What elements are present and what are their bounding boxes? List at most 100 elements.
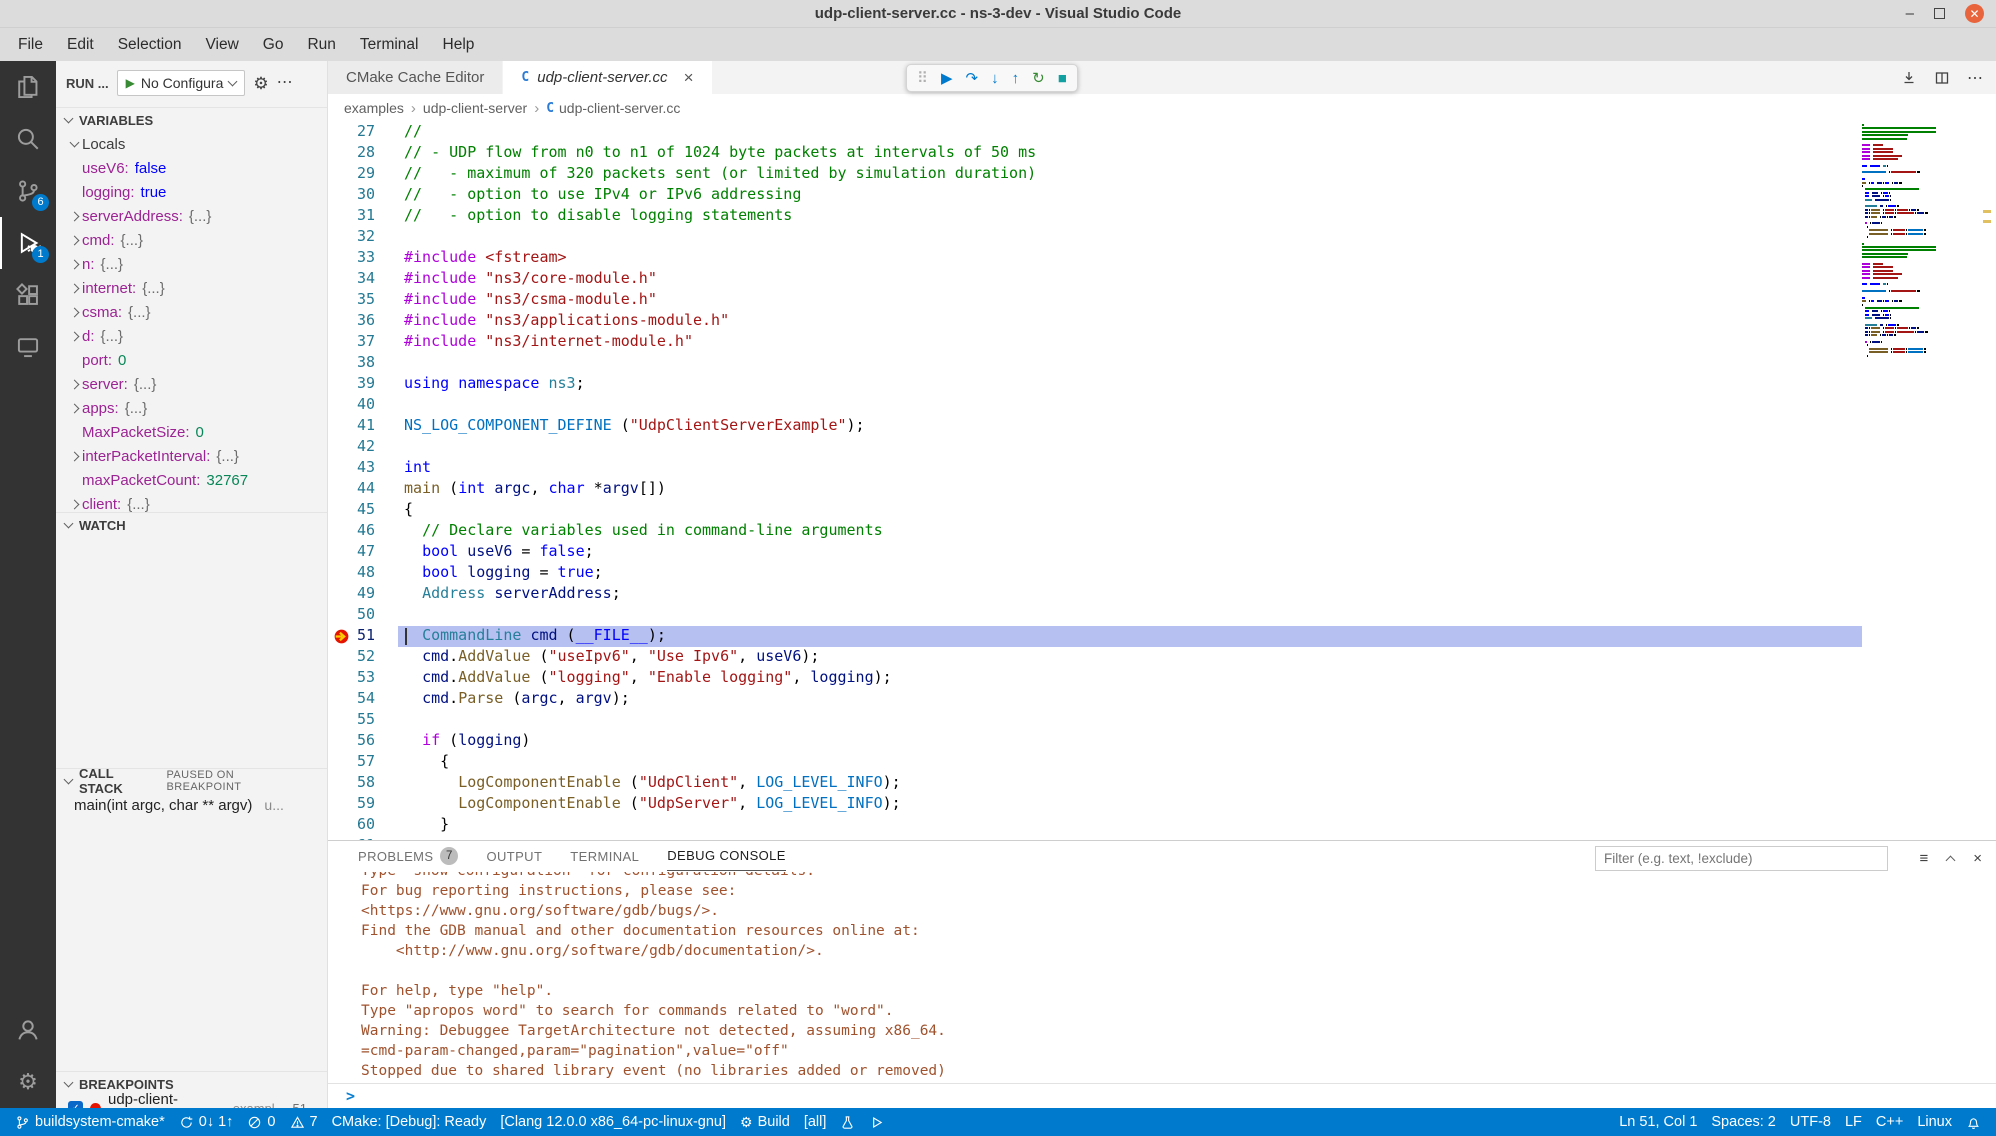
restart-icon[interactable]: ↻ <box>1032 71 1045 86</box>
status-eol[interactable]: LF <box>1838 1108 1869 1136</box>
status-indentation[interactable]: Spaces: 2 <box>1704 1108 1783 1136</box>
variable-row[interactable]: interPacketInterval:{...} <box>56 444 327 468</box>
status-remote-os[interactable]: Linux <box>1910 1108 1959 1136</box>
status-test[interactable] <box>833 1108 862 1136</box>
menu-file[interactable]: File <box>6 31 55 59</box>
variables-section: VARIABLES Locals useV6:falselogging:true… <box>56 107 327 516</box>
more-actions-icon[interactable]: ⋯ <box>277 75 294 91</box>
close-panel-icon[interactable]: × <box>1973 850 1982 867</box>
line-number: 48 <box>328 563 404 584</box>
close-window-icon[interactable]: ✕ <box>1965 4 1984 23</box>
debug-console-output[interactable]: Type "show configuration" for configurat… <box>361 872 1972 1082</box>
status-encoding[interactable]: UTF-8 <box>1783 1108 1838 1136</box>
status-warnings[interactable]: 7 <box>283 1108 325 1136</box>
variables-header[interactable]: VARIABLES <box>56 108 327 132</box>
variable-row[interactable]: port:0 <box>56 348 327 372</box>
variable-row[interactable]: useV6:false <box>56 156 327 180</box>
remote-explorer-icon[interactable] <box>0 321 56 373</box>
panel-tab-terminal[interactable]: TERMINAL <box>570 841 639 871</box>
step-out-icon[interactable]: ↑ <box>1012 71 1020 86</box>
variable-row[interactable]: server:{...} <box>56 372 327 396</box>
minimap-line <box>1862 155 1974 157</box>
settings-icon[interactable]: ⚙ <box>0 1056 56 1108</box>
breadcrumb-item[interactable]: examples <box>344 100 404 116</box>
breadcrumb-item[interactable]: udp-client-server <box>423 100 527 116</box>
line-number: 41 <box>328 416 404 437</box>
minimap-line <box>1862 304 1974 306</box>
explorer-icon[interactable] <box>0 61 56 113</box>
restore-icon[interactable] <box>1934 8 1945 19</box>
debug-config-dropdown[interactable]: ▶ No Configura <box>117 70 246 96</box>
debug-console-input-row[interactable]: > <box>328 1083 1996 1108</box>
panel-tab-debug-console[interactable]: DEBUG CONSOLE <box>667 841 786 871</box>
menu-terminal[interactable]: Terminal <box>348 31 431 59</box>
twisty <box>66 285 82 292</box>
minimap-line <box>1862 348 1974 350</box>
extensions-icon[interactable] <box>0 269 56 321</box>
status-cmake-target[interactable]: [all] <box>797 1108 834 1136</box>
title-bar: udp-client-server.cc - ns-3-dev - Visual… <box>0 0 1996 28</box>
minimap-line <box>1862 331 1974 333</box>
source-control-icon[interactable]: 6 <box>0 165 56 217</box>
scope-locals[interactable]: Locals <box>56 132 327 156</box>
variable-row[interactable]: serverAddress:{...} <box>56 204 327 228</box>
stack-frame[interactable]: main(int argc, char ** argv) u... <box>56 793 327 817</box>
code-editor[interactable]: 2728293031323334353637383940414243444546… <box>328 122 1996 840</box>
run-and-debug-icon[interactable]: 1 <box>0 217 56 269</box>
account-icon[interactable] <box>0 1004 56 1056</box>
status-notifications[interactable] <box>1959 1108 1988 1136</box>
menu-view[interactable]: View <box>193 31 250 59</box>
download-icon[interactable] <box>1901 70 1917 86</box>
minimap[interactable] <box>1862 124 1974 361</box>
step-over-icon[interactable]: ↷ <box>966 71 979 86</box>
status-sync-changes[interactable]: 0↓ 1↑ <box>172 1108 241 1136</box>
close-icon[interactable]: × <box>684 69 694 86</box>
breadcrumb-item[interactable]: Cudp-client-server.cc <box>546 100 680 116</box>
status-errors[interactable]: 0 <box>240 1108 282 1136</box>
variable-row[interactable]: internet:{...} <box>56 276 327 300</box>
call-stack-header[interactable]: CALL STACK PAUSED ON BREAKPOINT <box>56 769 327 793</box>
variable-row[interactable]: d:{...} <box>56 324 327 348</box>
step-into-icon[interactable]: ↓ <box>991 71 999 86</box>
breakpoint-row[interactable]: ✓ udp-client-server.cc exampl... 51 <box>56 1096 327 1108</box>
tab-cmake-cache-editor[interactable]: CMake Cache Editor <box>328 61 503 94</box>
continue-icon[interactable]: ▶ <box>941 71 953 86</box>
debug-settings-gear-icon[interactable]: ⚙ <box>253 75 268 92</box>
variable-row[interactable]: csma:{...} <box>56 300 327 324</box>
menu-go[interactable]: Go <box>251 31 296 59</box>
variable-name: MaxPacketSize: <box>82 424 190 441</box>
watch-header[interactable]: WATCH <box>56 513 327 537</box>
output-options-icon[interactable]: ≡ <box>1919 850 1928 867</box>
breakpoint-checkbox[interactable]: ✓ <box>68 1101 83 1109</box>
minimize-icon[interactable]: – <box>1906 6 1914 21</box>
status-cursor-position[interactable]: Ln 51, Col 1 <box>1612 1108 1704 1136</box>
status-cmake-build[interactable]: ⚙Build <box>733 1108 797 1136</box>
status-language-mode[interactable]: C++ <box>1869 1108 1910 1136</box>
stop-icon[interactable]: ■ <box>1058 71 1067 86</box>
variable-row[interactable]: logging:true <box>56 180 327 204</box>
status-cmake-kit[interactable]: [Clang 12.0.0 x86_64-pc-linux-gnu] <box>493 1108 733 1136</box>
menu-selection[interactable]: Selection <box>106 31 194 59</box>
split-editor-icon[interactable] <box>1934 70 1950 86</box>
menu-help[interactable]: Help <box>431 31 487 59</box>
variable-row[interactable]: maxPacketCount:32767 <box>56 468 327 492</box>
variable-row[interactable]: n:{...} <box>56 252 327 276</box>
panel-tab-problems[interactable]: PROBLEMS7 <box>358 841 458 871</box>
line-number: 42 <box>328 437 404 458</box>
variable-row[interactable]: MaxPacketSize:0 <box>56 420 327 444</box>
menu-edit[interactable]: Edit <box>55 31 106 59</box>
variable-row[interactable]: cmd:{...} <box>56 228 327 252</box>
menu-run[interactable]: Run <box>295 31 347 59</box>
minimap-line <box>1862 260 1974 262</box>
tab-udp-client-server-cc[interactable]: Cudp-client-server.cc× <box>503 61 712 94</box>
status-cmake-status[interactable]: CMake: [Debug]: Ready <box>325 1108 494 1136</box>
maximize-panel-icon[interactable] <box>1946 856 1956 866</box>
console-filter-input[interactable] <box>1595 846 1888 871</box>
variable-row[interactable]: apps:{...} <box>56 396 327 420</box>
status-launch[interactable] <box>862 1108 891 1136</box>
panel-tab-output[interactable]: OUTPUT <box>486 841 542 871</box>
search-icon[interactable] <box>0 113 56 165</box>
start-debug-icon[interactable]: ▶ <box>126 76 135 90</box>
more-actions-icon[interactable]: ⋯ <box>1967 68 1984 88</box>
status-git-branch[interactable]: buildsystem-cmake* <box>8 1108 172 1136</box>
